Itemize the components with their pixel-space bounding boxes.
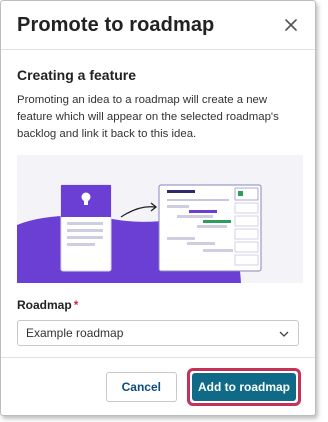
required-marker: * [73, 298, 79, 312]
add-to-roadmap-highlight: Add to roadmap [187, 367, 301, 406]
dialog-body: Creating a feature Promoting an idea to … [1, 67, 315, 346]
roadmap-label-text: Roadmap [17, 298, 72, 312]
roadmap-select[interactable]: Example roadmap [17, 320, 299, 346]
roadmap-select-value: Example roadmap [26, 326, 124, 340]
close-icon[interactable] [281, 15, 301, 35]
promote-dialog: Promote to roadmap Creating a feature Pr… [0, 0, 316, 416]
cancel-button[interactable]: Cancel [105, 371, 177, 402]
section-description: Promoting an idea to a roadmap will crea… [17, 94, 279, 140]
dialog-footer: Cancel Add to roadmap [1, 357, 315, 415]
chevron-down-icon [279, 326, 289, 340]
roadmap-label: Roadmap * [17, 298, 299, 312]
add-to-roadmap-button[interactable]: Add to roadmap [192, 372, 296, 401]
promote-illustration [17, 155, 303, 283]
dialog-header: Promote to roadmap [1, 1, 315, 50]
section-title: Creating a feature [17, 67, 137, 83]
dialog-title: Promote to roadmap [17, 13, 215, 36]
